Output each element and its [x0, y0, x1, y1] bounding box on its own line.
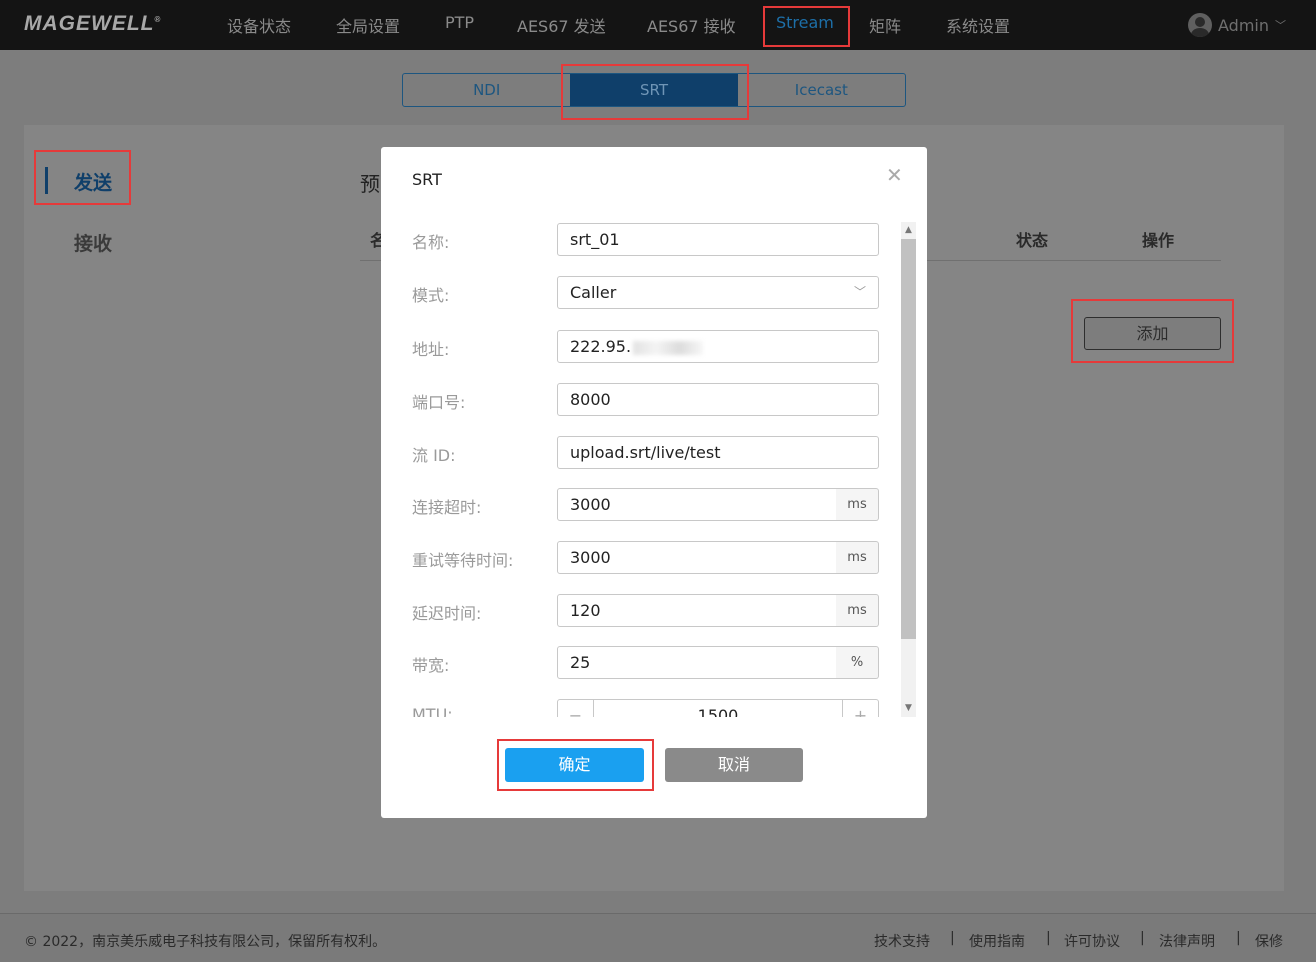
- cancel-button[interactable]: 取消: [665, 748, 803, 782]
- field-label: MTU:: [412, 705, 453, 717]
- field-label: 连接超时:: [412, 498, 482, 517]
- nav-ptp[interactable]: PTP: [445, 13, 474, 32]
- stream-id-input[interactable]: upload.srt/live/test: [557, 436, 879, 469]
- page-title: 预: [360, 172, 380, 196]
- chevron-down-icon: ﹀: [1275, 19, 1286, 32]
- address-input[interactable]: 222.95.: [557, 330, 879, 363]
- mtu-value: 1500: [697, 706, 739, 717]
- mtu-stepper[interactable]: − 1500 +: [557, 699, 879, 717]
- connect-timeout-input[interactable]: 3000: [557, 488, 837, 521]
- top-nav: MAGEWELL® 设备状态 全局设置 PTP AES67 发送 AES67 接…: [0, 0, 1316, 50]
- mode-value: Caller: [570, 283, 617, 302]
- highlight-box-stream: [763, 6, 850, 47]
- scroll-up-icon[interactable]: ▲: [901, 222, 916, 239]
- chevron-down-icon: ﹀: [853, 285, 866, 299]
- footer-separator: |: [950, 930, 955, 946]
- footer-link-warranty[interactable]: 保修: [1255, 931, 1283, 951]
- field-label: 流 ID:: [412, 446, 456, 465]
- unit-label: %: [836, 646, 879, 679]
- column-header-status: 状态: [1016, 231, 1049, 250]
- nav-aes67-send[interactable]: AES67 发送: [517, 13, 606, 37]
- field-label: 端口号:: [412, 393, 466, 412]
- bandwidth-input[interactable]: 25: [557, 646, 837, 679]
- close-icon[interactable]: ✕: [886, 165, 903, 185]
- mode-select[interactable]: Caller ﹀: [557, 276, 879, 309]
- form-row-mode: 模式: Caller ﹀: [381, 276, 927, 309]
- field-label: 模式:: [412, 286, 450, 305]
- column-header-action: 操作: [1142, 231, 1175, 250]
- tab-icecast[interactable]: Icecast: [738, 74, 905, 106]
- footer-separator: |: [1236, 930, 1241, 946]
- name-input[interactable]: srt_01: [557, 223, 879, 256]
- form-row-mtu: MTU: − 1500 +: [381, 699, 927, 717]
- retry-wait-input[interactable]: 3000: [557, 541, 837, 574]
- highlight-box-add: [1071, 299, 1234, 363]
- form-row-connect-timeout: 连接超时: 3000 ms: [381, 488, 927, 521]
- magewell-logo: MAGEWELL®: [24, 12, 162, 35]
- nav-system-settings[interactable]: 系统设置: [946, 13, 1010, 37]
- field-label: 重试等待时间:: [412, 551, 514, 570]
- form-row-port: 端口号: 8000: [381, 383, 927, 416]
- nav-aes67-receive[interactable]: AES67 接收: [647, 13, 736, 37]
- footer-link-guide[interactable]: 使用指南: [969, 931, 1025, 951]
- latency-input[interactable]: 120: [557, 594, 837, 627]
- scrollbar-thumb[interactable]: [901, 239, 916, 639]
- plus-icon[interactable]: +: [842, 700, 878, 717]
- address-value: 222.95.: [570, 337, 632, 356]
- footer-separator: |: [1046, 930, 1051, 946]
- unit-label: ms: [836, 488, 879, 521]
- highlight-box-confirm: [497, 739, 654, 791]
- srt-dialog: SRT ✕ 名称: srt_01 模式: Caller ﹀ 地址: 222.95…: [381, 147, 927, 818]
- form-row-stream-id: 流 ID: upload.srt/live/test: [381, 436, 927, 469]
- user-menu[interactable]: Admin ﹀: [1188, 13, 1286, 37]
- dialog-form: 名称: srt_01 模式: Caller ﹀ 地址: 222.95. 端口号:…: [381, 222, 927, 717]
- minus-icon[interactable]: −: [558, 700, 594, 717]
- nav-matrix[interactable]: 矩阵: [869, 13, 901, 37]
- redacted-blur: [633, 340, 704, 355]
- footer-separator: |: [1140, 930, 1145, 946]
- highlight-box-srt: [561, 64, 749, 120]
- footer-link-license[interactable]: 许可协议: [1064, 931, 1120, 951]
- user-name: Admin: [1218, 15, 1269, 35]
- unit-label: ms: [836, 541, 879, 574]
- highlight-box-send: [34, 150, 131, 205]
- footer-link-legal[interactable]: 法律声明: [1159, 931, 1215, 951]
- field-label: 名称:: [412, 233, 450, 252]
- nav-global-settings[interactable]: 全局设置: [336, 13, 400, 37]
- form-row-retry-wait: 重试等待时间: 3000 ms: [381, 541, 927, 574]
- avatar-icon: [1188, 13, 1212, 37]
- form-row-bandwidth: 带宽: 25 %: [381, 646, 927, 679]
- unit-label: ms: [836, 594, 879, 627]
- nav-device-status[interactable]: 设备状态: [227, 13, 291, 37]
- form-row-address: 地址: 222.95.: [381, 330, 927, 363]
- field-label: 地址:: [412, 340, 450, 359]
- dialog-title: SRT: [412, 170, 442, 189]
- footer: © 2022，南京美乐威电子科技有限公司，保留所有权利。 技术支持 | 使用指南…: [0, 913, 1316, 962]
- scroll-down-icon[interactable]: ▼: [901, 700, 916, 717]
- footer-link-support[interactable]: 技术支持: [874, 931, 930, 951]
- field-label: 延迟时间:: [412, 604, 482, 623]
- port-input[interactable]: 8000: [557, 383, 879, 416]
- field-label: 带宽:: [412, 656, 450, 675]
- copyright-text: © 2022，南京美乐威电子科技有限公司，保留所有权利。: [24, 934, 387, 950]
- form-row-name: 名称: srt_01: [381, 223, 927, 256]
- tab-ndi[interactable]: NDI: [403, 74, 570, 106]
- sidebar-item-receive[interactable]: 接收: [74, 229, 112, 256]
- form-row-latency: 延迟时间: 120 ms: [381, 594, 927, 627]
